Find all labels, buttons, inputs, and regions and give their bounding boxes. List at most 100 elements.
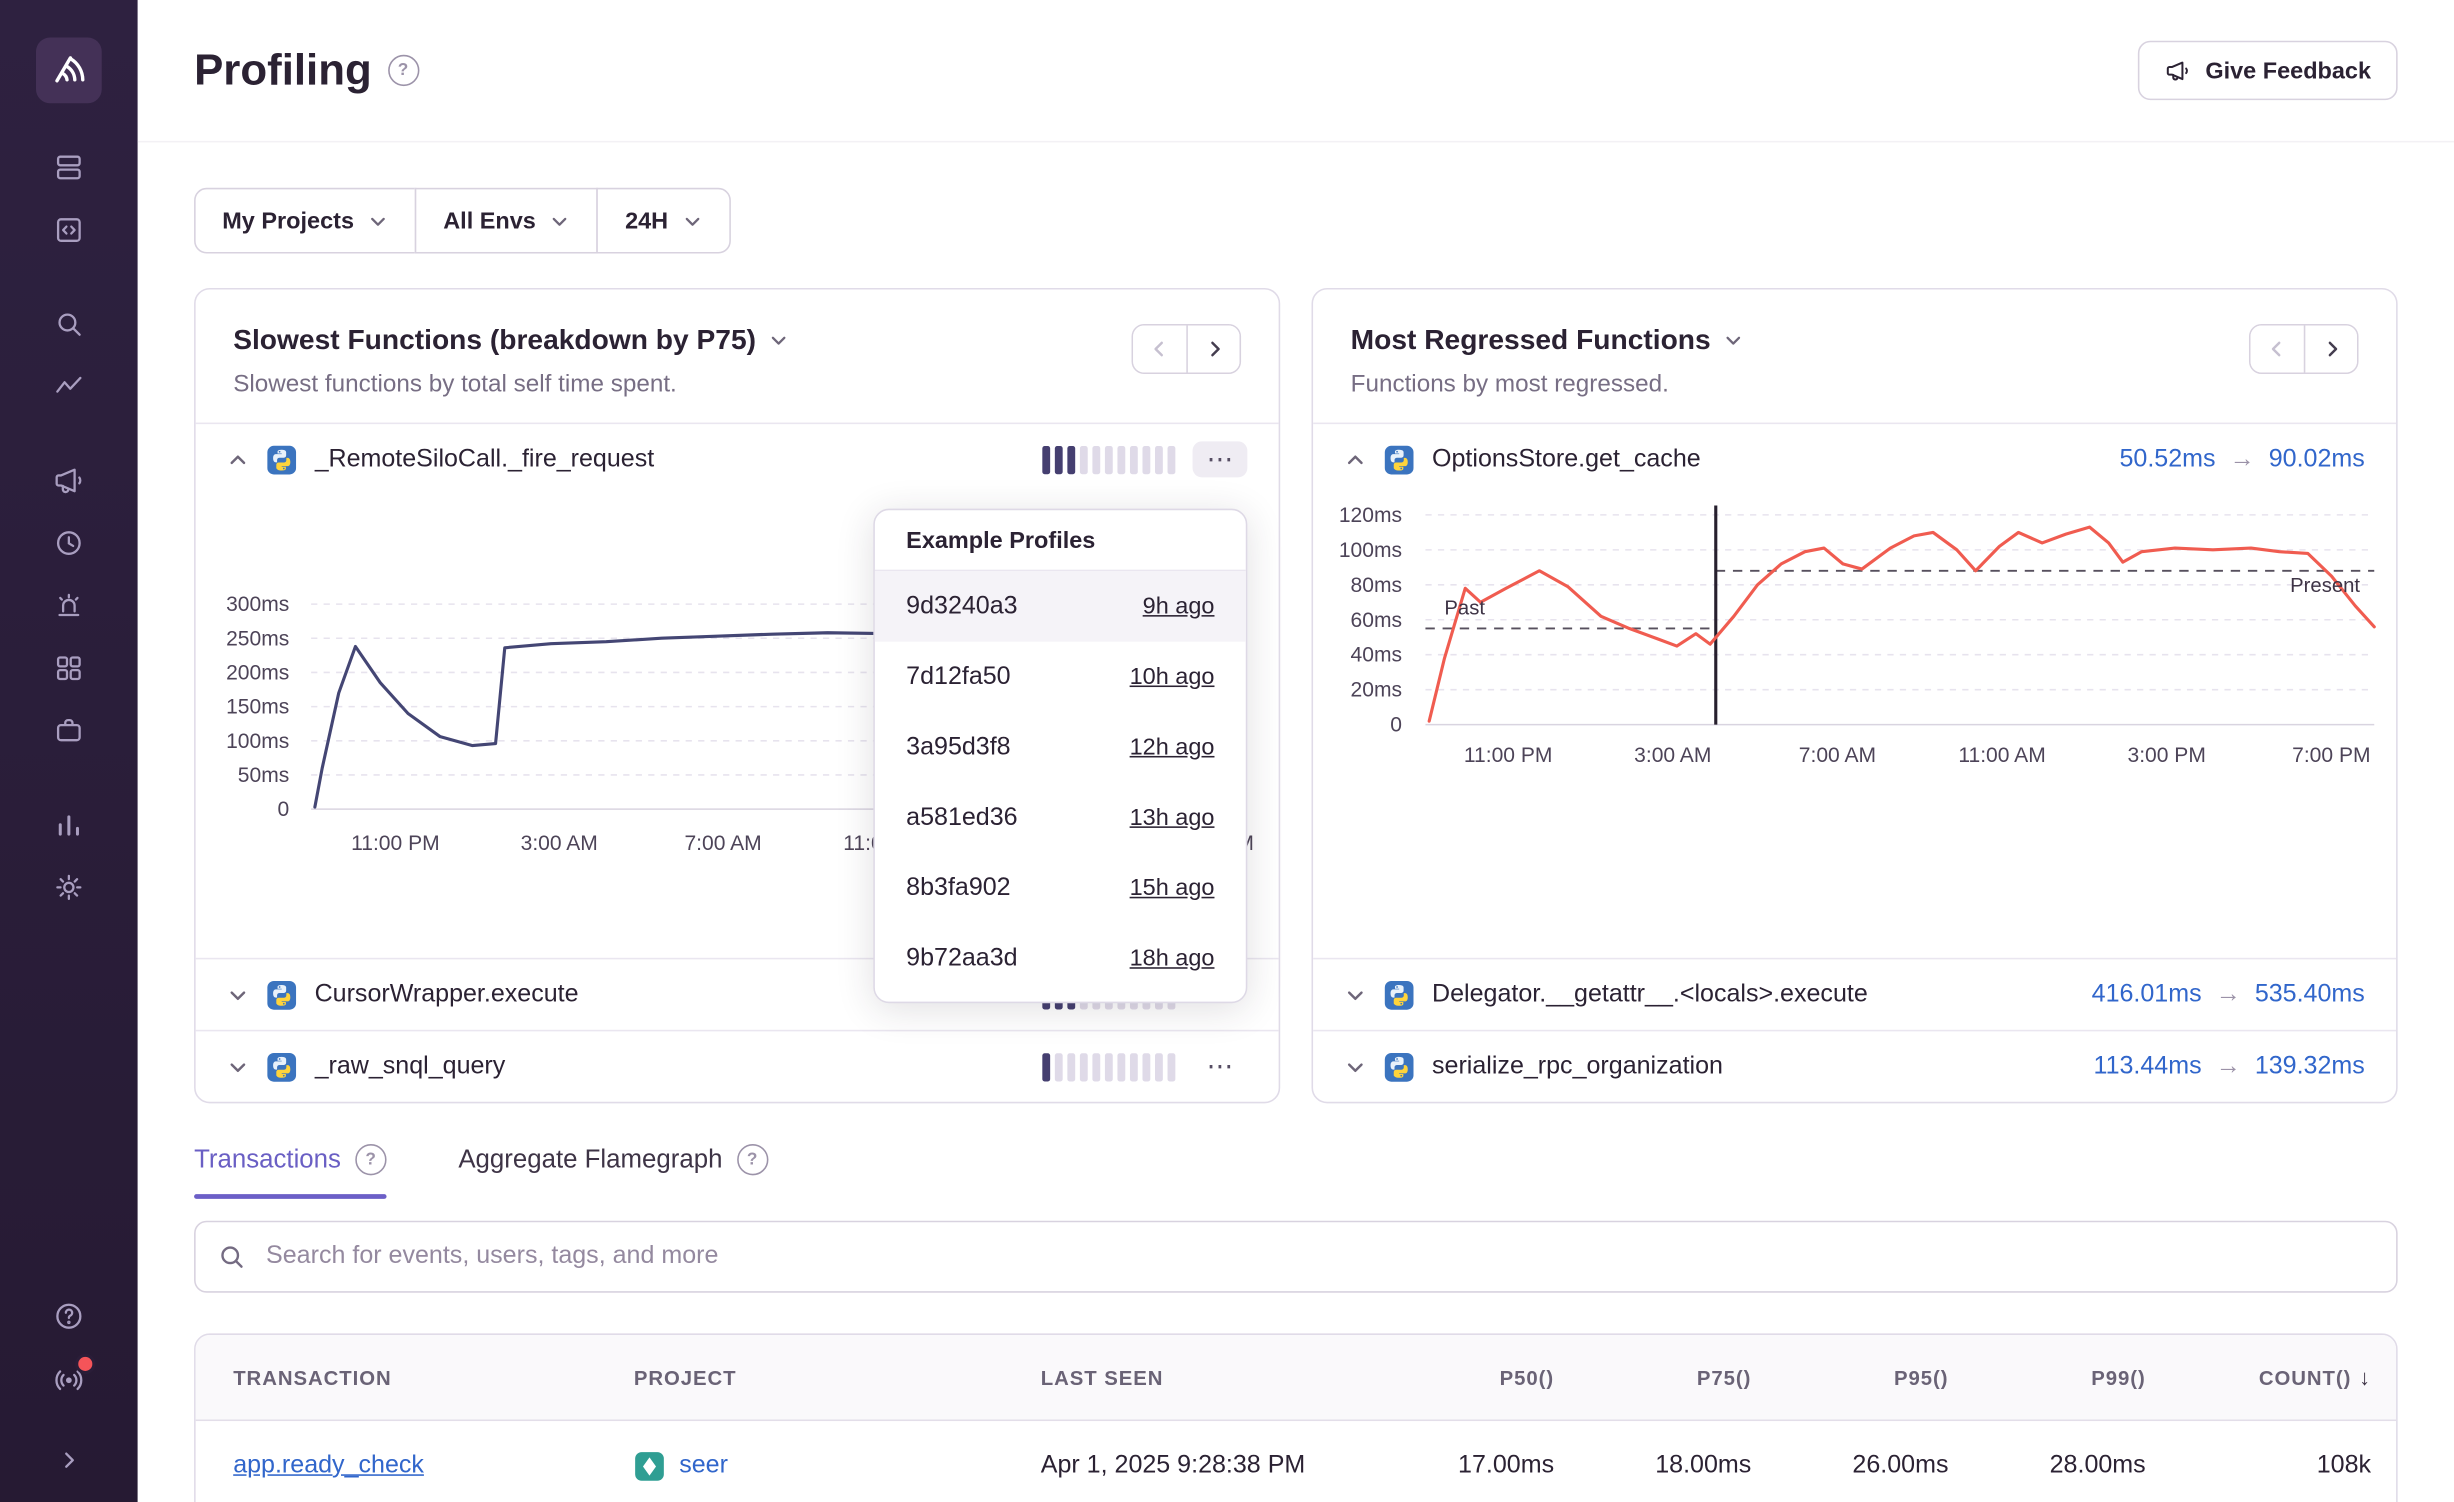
expand-row-icon[interactable] <box>227 984 249 1006</box>
profile-age-link[interactable]: 10h ago <box>1130 664 1215 691</box>
profile-age-link[interactable]: 9h ago <box>1143 593 1215 620</box>
dashboards-icon[interactable] <box>38 642 101 695</box>
after-duration[interactable]: 90.02ms <box>2269 445 2365 473</box>
tab-transactions-label: Transactions <box>194 1145 341 1175</box>
col-project[interactable]: PROJECT <box>634 1366 1041 1389</box>
svg-text:3:00 AM: 3:00 AM <box>521 832 598 855</box>
function-row: OptionsStore.get_cache 50.52ms → 90.02ms <box>1313 423 2396 495</box>
after-duration[interactable]: 535.40ms <box>2255 981 2365 1009</box>
profile-age-link[interactable]: 15h ago <box>1130 875 1215 902</box>
whats-new-icon[interactable] <box>38 1352 101 1405</box>
expand-row-icon[interactable] <box>227 1056 249 1078</box>
tab-aggregate-flamegraph[interactable]: Aggregate Flamegraph ? <box>458 1144 768 1199</box>
expand-row-icon[interactable] <box>1344 1056 1366 1078</box>
col-transaction[interactable]: TRANSACTION <box>196 1366 634 1389</box>
regressed-functions-subtitle: Functions by most regressed. <box>1351 371 1744 399</box>
alerts-icon[interactable] <box>38 579 101 632</box>
search-icon[interactable] <box>38 297 101 350</box>
give-feedback-button[interactable]: Give Feedback <box>2138 41 2398 100</box>
next-page-button[interactable] <box>2304 326 2357 373</box>
svg-text:40ms: 40ms <box>1351 644 1402 667</box>
count-cell: 108k <box>2171 1452 2396 1480</box>
function-name[interactable]: OptionsStore.get_cache <box>1432 445 2102 473</box>
seer-project-icon <box>634 1451 665 1482</box>
replays-icon[interactable] <box>38 516 101 569</box>
profile-id: a581ed36 <box>906 804 1017 832</box>
page-filter-bar: My Projects All Envs 24H <box>194 188 2398 254</box>
prev-page-button[interactable] <box>2251 326 2304 373</box>
before-duration[interactable]: 416.01ms <box>2092 981 2202 1009</box>
sentry-logo[interactable] <box>36 38 102 104</box>
before-duration[interactable]: 113.44ms <box>2094 1052 2202 1080</box>
collapse-row-icon[interactable] <box>1344 448 1366 470</box>
date-range-filter[interactable]: 24H <box>597 188 731 254</box>
svg-text:150ms: 150ms <box>226 696 289 719</box>
stats-icon[interactable] <box>38 798 101 851</box>
feedback-icon[interactable] <box>38 454 101 507</box>
profile-age-link[interactable]: 13h ago <box>1130 804 1215 831</box>
before-duration[interactable]: 50.52ms <box>2119 445 2215 473</box>
col-p99[interactable]: P99() <box>1974 1366 2171 1389</box>
search-input[interactable] <box>263 1241 2374 1272</box>
svg-text:120ms: 120ms <box>1339 504 1402 527</box>
flamegraph-help-icon[interactable]: ? <box>737 1144 768 1175</box>
last-seen-cell: Apr 1, 2025 9:28:38 PM <box>1041 1452 1382 1480</box>
col-last-seen[interactable]: LAST SEEN <box>1041 1366 1382 1389</box>
projects-filter-label: My Projects <box>222 207 354 234</box>
regression-values: 50.52ms → 90.02ms <box>2119 445 2364 473</box>
function-actions-button[interactable]: ⋯ <box>1193 441 1248 477</box>
projects-filter[interactable]: My Projects <box>194 188 417 254</box>
profile-item[interactable]: 7d12fa50 10h ago <box>875 642 1246 712</box>
svg-text:80ms: 80ms <box>1351 574 1402 597</box>
environment-filter[interactable]: All Envs <box>415 188 598 254</box>
profile-item[interactable]: 8b3fa902 15h ago <box>875 853 1246 923</box>
slowest-functions-title: Slowest Functions (breakdown by P75) <box>233 324 756 357</box>
projects-icon[interactable] <box>38 704 101 757</box>
tab-transactions[interactable]: Transactions ? <box>194 1144 386 1199</box>
profile-age-link[interactable]: 18h ago <box>1130 945 1215 972</box>
col-count[interactable]: COUNT() ↓ <box>2171 1365 2396 1390</box>
regressed-functions-title-select[interactable]: Most Regressed Functions <box>1351 324 1744 357</box>
after-duration[interactable]: 139.32ms <box>2255 1052 2365 1080</box>
slowest-functions-title-select[interactable]: Slowest Functions (breakdown by P75) <box>233 324 789 357</box>
svg-text:0: 0 <box>1390 714 1402 737</box>
function-actions-button[interactable]: ⋯ <box>1193 1049 1248 1085</box>
arrow-right-icon: → <box>2216 981 2241 1009</box>
project-name[interactable]: seer <box>679 1452 728 1480</box>
example-profiles-title: Example Profiles <box>875 510 1246 571</box>
svg-text:50ms: 50ms <box>238 764 289 787</box>
profile-item[interactable]: 3a95d3f8 12h ago <box>875 712 1246 782</box>
expand-row-icon[interactable] <box>1344 984 1366 1006</box>
profile-item[interactable]: 9d3240a3 9h ago <box>875 571 1246 641</box>
transactions-help-icon[interactable]: ? <box>355 1144 386 1175</box>
settings-icon[interactable] <box>38 861 101 914</box>
p75-cell: 18.00ms <box>1579 1452 1776 1480</box>
col-p95[interactable]: P95() <box>1776 1366 1973 1389</box>
profile-age-link[interactable]: 12h ago <box>1130 734 1215 761</box>
collapse-row-icon[interactable] <box>227 448 249 470</box>
function-name[interactable]: _RemoteSiloCall._fire_request <box>315 445 1026 473</box>
explore-icon[interactable] <box>38 203 101 256</box>
help-icon[interactable] <box>38 1290 101 1343</box>
page-help-icon[interactable]: ? <box>387 55 418 86</box>
traces-icon[interactable] <box>38 360 101 413</box>
sort-desc-icon: ↓ <box>2359 1365 2371 1390</box>
function-name[interactable]: _raw_snql_query <box>315 1052 1026 1080</box>
function-name[interactable]: serialize_rpc_organization <box>1432 1052 2076 1080</box>
regressed-pagination <box>2249 324 2359 374</box>
transaction-link[interactable]: app.ready_check <box>196 1452 634 1480</box>
prev-page-button[interactable] <box>1133 326 1186 373</box>
next-page-button[interactable] <box>1186 326 1239 373</box>
col-p75[interactable]: P75() <box>1579 1366 1776 1389</box>
regressed-functions-title: Most Regressed Functions <box>1351 324 1711 357</box>
table-row[interactable]: app.ready_check seer Apr 1, 2025 9:28:38… <box>196 1421 2396 1502</box>
profile-item[interactable]: 9b72aa3d 18h ago <box>875 923 1246 993</box>
profile-item[interactable]: a581ed36 13h ago <box>875 783 1246 853</box>
svg-text:7:00 PM: 7:00 PM <box>2292 744 2370 767</box>
regressed-functions-chart: 120ms100ms80ms60ms40ms20ms011:00 PM3:00 … <box>1313 495 2396 958</box>
col-p50[interactable]: P50() <box>1382 1366 1579 1389</box>
sentry-logo-icon <box>49 50 90 91</box>
issues-icon[interactable] <box>38 141 101 194</box>
sidebar-collapse-icon[interactable] <box>38 1434 101 1487</box>
function-name[interactable]: Delegator.__getattr__.<locals>.execute <box>1432 981 2074 1009</box>
